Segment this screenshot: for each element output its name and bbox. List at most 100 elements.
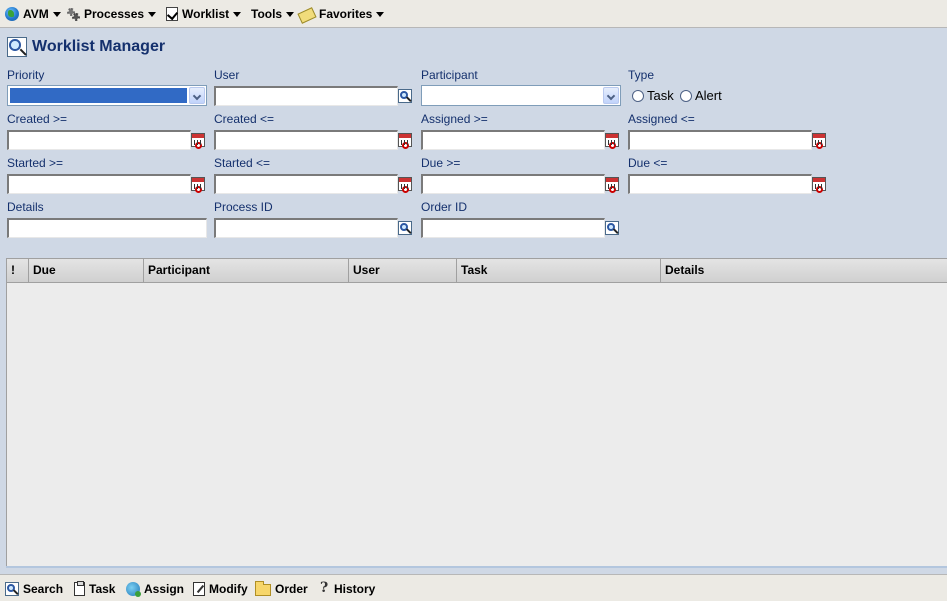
assigned-from-label: Assigned >= xyxy=(421,112,488,126)
started-from-label: Started >= xyxy=(7,156,64,170)
menu-avm-label: AVM xyxy=(23,7,49,21)
details-label: Details xyxy=(7,200,44,214)
task-button[interactable]: Task xyxy=(74,581,115,597)
column-header-user[interactable]: User xyxy=(349,259,457,282)
order-id-label: Order ID xyxy=(421,200,468,214)
process-id-lookup-icon[interactable] xyxy=(398,221,412,235)
chevron-down-icon[interactable] xyxy=(189,87,205,104)
user-lookup-icon[interactable] xyxy=(398,89,412,103)
modify-button-label: Modify xyxy=(209,582,248,596)
caret-down-icon xyxy=(233,12,242,17)
assigned-to-label: Assigned <= xyxy=(628,112,695,126)
search-button[interactable]: Search xyxy=(5,581,63,597)
history-button[interactable]: History xyxy=(320,580,376,597)
caret-down-icon xyxy=(376,12,385,17)
order-button[interactable]: Order xyxy=(255,581,308,597)
due-to-input[interactable] xyxy=(628,174,812,194)
calendar-icon[interactable] xyxy=(191,133,205,149)
edit-icon xyxy=(193,582,205,596)
details-input[interactable] xyxy=(7,218,207,238)
menu-processes[interactable]: Processes xyxy=(66,6,157,22)
radio-button[interactable] xyxy=(632,89,644,102)
calendar-icon[interactable] xyxy=(812,133,826,149)
gears-icon xyxy=(66,7,80,21)
priority-label: Priority xyxy=(7,68,45,82)
menu-tools-label: Tools xyxy=(251,7,283,21)
column-header-details[interactable]: Details xyxy=(661,259,947,282)
calendar-icon[interactable] xyxy=(605,133,619,149)
participant-label: Participant xyxy=(421,68,478,82)
task-button-label: Task xyxy=(89,582,116,596)
folder-icon xyxy=(255,581,271,596)
process-id-input[interactable] xyxy=(214,218,398,238)
modify-button[interactable]: Modify xyxy=(193,581,248,597)
started-from-input[interactable] xyxy=(7,174,191,194)
top-menu-bar: AVM Processes Worklist Tools Favorites xyxy=(0,0,947,28)
column-header-task[interactable]: Task xyxy=(457,259,661,282)
menu-worklist-label: Worklist xyxy=(182,7,230,21)
created-from-input[interactable] xyxy=(7,130,191,150)
process-id-label: Process ID xyxy=(214,200,273,214)
calendar-icon[interactable] xyxy=(191,177,205,193)
type-task-radio[interactable]: Task xyxy=(632,88,674,103)
history-button-label: History xyxy=(334,582,376,596)
assign-icon xyxy=(126,582,141,597)
page-title: Worklist Manager xyxy=(7,36,165,58)
menu-worklist[interactable]: Worklist xyxy=(166,6,242,22)
bottom-toolbar: Search Task Assign Modify Order History xyxy=(0,574,947,601)
created-to-input[interactable] xyxy=(214,130,398,150)
clipboard-icon xyxy=(74,581,85,596)
due-from-label: Due >= xyxy=(421,156,461,170)
column-header-participant[interactable]: Participant xyxy=(144,259,349,282)
caret-down-icon xyxy=(148,12,157,17)
type-label: Type xyxy=(628,68,655,82)
type-alert-radio[interactable]: Alert xyxy=(680,88,722,103)
checklist-icon xyxy=(166,7,178,21)
search-button-label: Search xyxy=(23,582,64,596)
radio-button[interactable] xyxy=(680,89,692,102)
caret-down-icon xyxy=(52,12,61,17)
calendar-icon[interactable] xyxy=(398,177,412,193)
user-label: User xyxy=(214,68,240,82)
created-from-label: Created >= xyxy=(7,112,68,126)
menu-favorites[interactable]: Favorites xyxy=(297,6,385,24)
calendar-icon[interactable] xyxy=(605,177,619,193)
column-header-priority-flag[interactable]: ! xyxy=(7,259,29,282)
participant-selected-value xyxy=(424,88,601,103)
priority-selected-value xyxy=(10,88,187,103)
column-header-due[interactable]: Due xyxy=(29,259,144,282)
search-icon xyxy=(5,582,19,596)
user-input[interactable] xyxy=(214,86,398,106)
order-button-label: Order xyxy=(275,582,308,596)
worklist-grid: ! Due Participant User Task Details xyxy=(6,258,947,567)
menu-avm[interactable]: AVM xyxy=(5,6,61,22)
participant-select[interactable] xyxy=(421,85,621,106)
assign-button[interactable]: Assign xyxy=(126,581,184,597)
calendar-icon[interactable] xyxy=(398,133,412,149)
type-task-label: Task xyxy=(647,88,674,103)
menu-processes-label: Processes xyxy=(84,7,145,21)
type-alert-label: Alert xyxy=(695,88,722,103)
assign-button-label: Assign xyxy=(144,582,185,596)
grid-header: ! Due Participant User Task Details xyxy=(7,259,947,283)
grid-bottom-border xyxy=(6,566,947,568)
assigned-to-input[interactable] xyxy=(628,130,812,150)
calendar-icon[interactable] xyxy=(812,177,826,193)
menu-favorites-label: Favorites xyxy=(319,7,373,21)
order-id-input[interactable] xyxy=(421,218,605,238)
due-to-label: Due <= xyxy=(628,156,668,170)
assigned-from-input[interactable] xyxy=(421,130,605,150)
order-id-lookup-icon[interactable] xyxy=(605,221,619,235)
due-from-input[interactable] xyxy=(421,174,605,194)
started-to-label: Started <= xyxy=(214,156,271,170)
help-history-icon xyxy=(320,580,330,596)
globe-icon xyxy=(5,7,19,21)
chevron-down-icon[interactable] xyxy=(603,87,619,104)
search-document-icon xyxy=(7,37,27,57)
caret-down-icon xyxy=(286,12,295,17)
started-to-input[interactable] xyxy=(214,174,398,194)
priority-select[interactable] xyxy=(7,85,207,106)
favorites-icon xyxy=(297,6,317,24)
page-title-text: Worklist Manager xyxy=(32,38,166,55)
menu-tools[interactable]: Tools xyxy=(251,6,295,22)
